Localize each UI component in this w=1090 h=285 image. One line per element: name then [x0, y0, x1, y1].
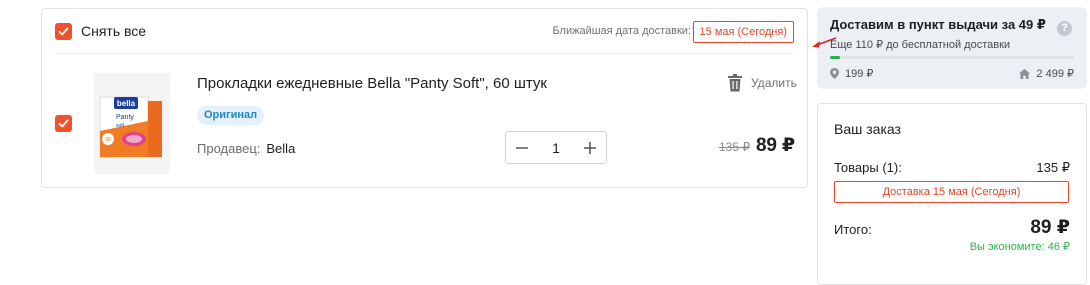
home-threshold-value: 2 499 ₽ — [1036, 68, 1074, 80]
free-delivery-progress — [830, 56, 1074, 59]
seller-info: Продавец: Bella — [197, 141, 295, 156]
promo-subtitle: Еще 110 ₽ до бесплатной доставки — [830, 39, 1011, 51]
current-price: 89 ₽ — [756, 135, 795, 156]
header-divider — [55, 53, 794, 54]
seller-label: Продавец: — [197, 141, 261, 156]
product-title[interactable]: Прокладки ежедневные Bella "Panty Soft",… — [197, 75, 547, 92]
cart-card: Снять все Ближайшая дата доставки: 15 ма… — [41, 8, 808, 188]
trash-icon — [728, 74, 742, 92]
increase-quantity-button[interactable] — [574, 132, 606, 163]
minus-icon — [516, 146, 528, 149]
delete-label: Удалить — [751, 76, 797, 90]
check-icon — [58, 119, 69, 128]
package-count-text: 60 — [105, 137, 111, 143]
package-sub-text: soft — [116, 123, 125, 129]
select-all-label[interactable]: Снять все — [81, 23, 146, 39]
package-brand-text: bella — [117, 99, 136, 108]
package-name-text: Panty — [116, 114, 134, 121]
home-threshold: 2 499 ₽ — [1019, 67, 1074, 80]
product-image[interactable]: bella Panty soft 60 — [94, 73, 170, 174]
decrease-quantity-button[interactable] — [506, 132, 538, 163]
delivery-promo: Доставим в пункт выдачи за 49 ₽ ? Еще 11… — [817, 7, 1087, 89]
nearest-delivery-label: Ближайшая дата доставки: — [552, 25, 691, 37]
select-all-checkbox[interactable] — [55, 23, 72, 40]
total-label: Итого: — [834, 222, 872, 237]
order-summary: Ваш заказ Товары (1): 135 ₽ Доставка 15 … — [817, 103, 1087, 285]
promo-title: Доставим в пункт выдачи за 49 ₽ — [830, 17, 1046, 32]
order-summary-title: Ваш заказ — [834, 121, 901, 137]
map-pin-icon — [830, 68, 839, 79]
delete-button[interactable]: Удалить — [727, 73, 797, 93]
delivery-date-badge: Доставка 15 мая (Сегодня) — [834, 181, 1069, 203]
nearest-delivery-badge: 15 мая (Сегодня) — [692, 21, 794, 43]
home-icon — [1019, 68, 1031, 79]
plus-icon — [584, 141, 596, 154]
item-checkbox[interactable] — [55, 115, 72, 132]
progress-fill — [830, 56, 840, 59]
original-badge: Оригинал — [197, 106, 265, 125]
seller-name[interactable]: Bella — [266, 141, 295, 156]
arrow-annotation-icon — [812, 37, 837, 48]
goods-label: Товары (1): — [834, 160, 902, 175]
savings-text: Вы экономите: 46 ₽ — [969, 241, 1070, 253]
goods-value: 135 ₽ — [1036, 160, 1070, 175]
pickup-threshold: 199 ₽ — [830, 67, 873, 80]
total-value: 89 ₽ — [1030, 217, 1070, 238]
help-icon[interactable]: ? — [1057, 21, 1072, 36]
old-price: 135 ₽ — [719, 140, 750, 154]
pickup-threshold-value: 199 ₽ — [845, 68, 874, 80]
quantity-stepper: 1 — [505, 131, 607, 164]
check-icon — [58, 27, 69, 36]
quantity-value[interactable]: 1 — [538, 140, 574, 156]
